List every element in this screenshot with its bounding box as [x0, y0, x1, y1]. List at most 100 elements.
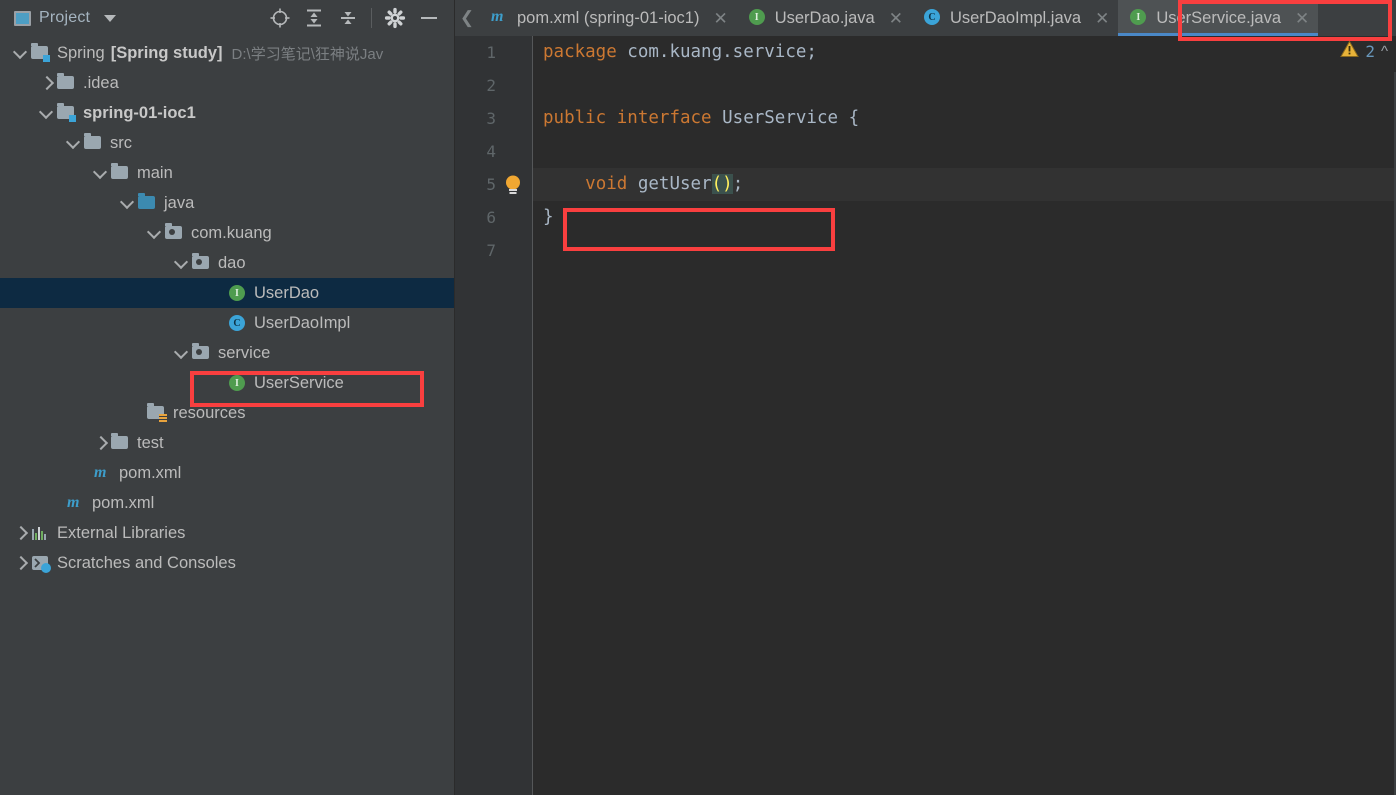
interface-icon: I [1130, 9, 1148, 27]
code-method-name: getUser [627, 174, 712, 194]
tree-item-label: External Libraries [57, 523, 186, 542]
code-type-name: UserService [711, 108, 849, 128]
tree-row-userservice[interactable]: I UserService [0, 368, 454, 398]
inspection-status[interactable]: 2 ^ [1340, 40, 1388, 63]
tab-label: UserDao.java [774, 8, 875, 27]
interface-icon: I [748, 9, 767, 27]
close-icon[interactable]: ✕ [713, 10, 727, 27]
intention-bulb-icon[interactable] [503, 174, 523, 196]
editor-area: ❮ m pom.xml (spring-01-ioc1) ✕ I UserDao… [455, 0, 1396, 795]
editor-gutter[interactable]: 1 2 3 4 5 6 7 [455, 36, 533, 795]
tab-label: UserDaoImpl.java [949, 8, 1082, 27]
tree-row-userdaoimpl[interactable]: C UserDaoImpl [0, 308, 454, 338]
warning-count: 2 [1365, 42, 1375, 61]
editor-tab-userservice-java[interactable]: I UserService.java ✕ [1118, 0, 1319, 36]
scroll-from-source-icon[interactable] [269, 7, 291, 29]
chevron-down-icon[interactable] [65, 134, 83, 152]
warning-triangle-icon [1340, 40, 1360, 63]
class-icon: C [923, 9, 942, 27]
chevron-up-icon[interactable]: ^ [1381, 43, 1388, 60]
expand-all-icon[interactable] [303, 7, 325, 29]
tree-item-label: resources [173, 403, 246, 422]
tree-row-main[interactable]: main [0, 158, 454, 188]
chevron-down-icon[interactable] [146, 224, 164, 242]
chevron-down-icon[interactable] [173, 344, 191, 362]
close-icon[interactable]: ✕ [1295, 10, 1309, 27]
tree-item-label: UserDaoImpl [254, 313, 351, 332]
tree-row-userdao[interactable]: I UserDao [0, 278, 454, 308]
code-keyword: package [543, 42, 617, 62]
minimize-icon[interactable] [418, 7, 440, 29]
tree-row-resources[interactable]: resources [0, 398, 454, 428]
chevron-down-icon[interactable] [104, 14, 117, 22]
editor-tab-pom-xml[interactable]: m pom.xml (spring-01-ioc1) ✕ [479, 0, 737, 36]
module-folder-icon [56, 103, 76, 122]
tree-item-label: pom.xml [92, 493, 155, 512]
chevron-right-icon[interactable] [12, 524, 30, 542]
chevron-right-icon[interactable] [12, 554, 30, 572]
project-tool-title-group[interactable]: Project [14, 9, 117, 27]
gear-icon[interactable] [384, 7, 406, 29]
tree-row-spring-01-ioc1[interactable]: spring-01-ioc1 [0, 98, 454, 128]
collapse-all-icon[interactable] [337, 7, 359, 29]
tree-item-label: pom.xml [119, 463, 182, 482]
chevron-down-icon[interactable] [38, 104, 56, 122]
project-tool-header: Project [0, 0, 454, 36]
interface-icon: I [227, 374, 247, 392]
line-number: 3 [486, 109, 496, 128]
folder-icon [110, 163, 130, 182]
close-icon[interactable]: ✕ [1095, 10, 1109, 27]
tree-item-module-name: [Spring study] [110, 43, 223, 62]
chevron-left-icon[interactable]: ❮ [455, 0, 479, 36]
tree-item-label: UserDao [254, 283, 320, 302]
code-line-3: public interface UserService { [533, 102, 1396, 135]
tree-row-test[interactable]: test [0, 428, 454, 458]
external-libraries-icon [30, 524, 50, 542]
tree-row-pom-module[interactable]: m pom.xml [0, 458, 454, 488]
line-number: 6 [486, 208, 496, 227]
code-text-area[interactable]: package com.kuang.service; public interf… [533, 36, 1396, 795]
folder-icon [83, 133, 103, 152]
tree-item-label: java [164, 193, 195, 212]
tree-row-src[interactable]: src [0, 128, 454, 158]
chevron-right-icon[interactable] [38, 74, 56, 92]
tree-item-label: Scratches and Consoles [57, 553, 236, 572]
close-icon[interactable]: ✕ [889, 10, 903, 27]
editor-tab-userdao-java[interactable]: I UserDao.java ✕ [737, 0, 912, 36]
chevron-down-icon[interactable] [173, 254, 191, 272]
tree-row-spring[interactable]: Spring [Spring study] D:\学习笔记\狂神说Jav [0, 38, 454, 68]
toolbar-divider [371, 8, 372, 28]
line-number: 1 [486, 43, 496, 62]
project-tool-actions [269, 7, 444, 29]
chevron-down-icon[interactable] [12, 44, 30, 62]
chevron-down-icon[interactable] [92, 164, 110, 182]
editor-tab-userdaoimpl-java[interactable]: C UserDaoImpl.java ✕ [912, 0, 1118, 36]
chevron-right-icon[interactable] [92, 434, 110, 452]
code-line-5: void getUser(); [533, 168, 1396, 201]
editor-tab-bar: ❮ m pom.xml (spring-01-ioc1) ✕ I UserDao… [455, 0, 1396, 36]
tree-row-dao[interactable]: dao [0, 248, 454, 278]
code-editor[interactable]: 1 2 3 4 5 6 7 package com.kuang.service; [455, 36, 1396, 795]
chevron-down-icon[interactable] [119, 194, 137, 212]
tree-row-java[interactable]: java [0, 188, 454, 218]
maven-icon: m [94, 464, 107, 481]
tree-row-external-libraries[interactable]: External Libraries [0, 518, 454, 548]
code-keyword: void [585, 174, 628, 194]
code-keyword: public [543, 108, 607, 128]
tree-item-label: main [137, 163, 173, 182]
project-tree[interactable]: Spring [Spring study] D:\学习笔记\狂神说Jav .id… [0, 38, 454, 795]
tree-row-pom-root[interactable]: m pom.xml [0, 488, 454, 518]
line-number: 7 [486, 241, 496, 260]
tree-item-label: test [137, 433, 164, 452]
tree-row-scratches-and-consoles[interactable]: Scratches and Consoles [0, 548, 454, 578]
tree-row-com-kuang[interactable]: com.kuang [0, 218, 454, 248]
tree-item-label: Spring [57, 43, 105, 62]
tree-row-service[interactable]: service [0, 338, 454, 368]
scratches-icon [30, 554, 51, 573]
tree-item-label: dao [218, 253, 246, 272]
tree-row-idea[interactable]: .idea [0, 68, 454, 98]
code-brace: { [848, 108, 860, 128]
folder-icon [110, 433, 130, 452]
source-root-folder-icon [137, 193, 157, 212]
